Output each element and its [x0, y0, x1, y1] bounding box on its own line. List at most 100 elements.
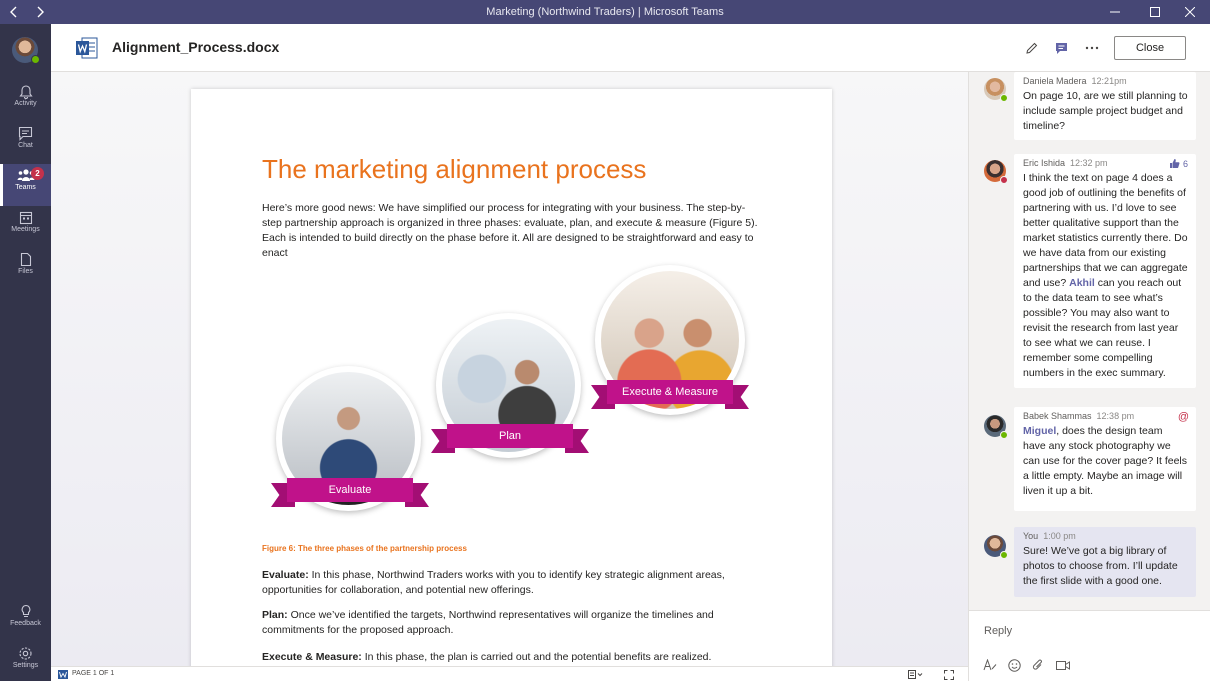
thumbs-up-icon — [1169, 159, 1180, 168]
format-icon[interactable] — [982, 657, 998, 673]
conversation-pane: Daniela Madera 12:21pm On page 10, are we… — [968, 72, 1210, 681]
document-page: The marketing alignment process Here’s m… — [191, 89, 832, 666]
phase-description: Execute & Measure: In this phase, the pl… — [262, 650, 762, 665]
rail-item-teams[interactable]: Teams 2 — [0, 164, 51, 206]
presence-available-icon — [1000, 551, 1008, 559]
phase-plan: Plan — [431, 313, 591, 463]
document-heading: The marketing alignment process — [262, 154, 647, 184]
presence-available-icon — [1000, 94, 1008, 102]
chat-icon — [18, 126, 33, 141]
emoji-icon[interactable] — [1006, 657, 1022, 673]
like-count[interactable]: 6 — [1169, 158, 1188, 169]
like-count-value: 6 — [1182, 158, 1188, 169]
comment-time: 12:32 pm — [1070, 158, 1108, 168]
comment-message[interactable]: Babek Shammas 12:38 pm @ Miguel, does the… — [1014, 407, 1196, 511]
attach-icon[interactable] — [1030, 657, 1046, 673]
comment-text: Miguel, does the design team have any st… — [1023, 424, 1188, 499]
file-icon — [20, 252, 31, 267]
reply-box[interactable]: Reply — [969, 610, 1210, 681]
rail-item-label: Chat — [18, 142, 33, 149]
phase-ribbon: Plan — [431, 424, 589, 453]
mention-indicator-icon: @ — [1177, 411, 1189, 423]
close-window-icon[interactable] — [1170, 0, 1210, 24]
mention[interactable]: Miguel — [1023, 425, 1056, 437]
rail-item-feedback[interactable]: Feedback — [0, 600, 51, 642]
edit-icon[interactable] — [1022, 38, 1042, 58]
comment-message[interactable]: Eric Ishida 12:32 pm 6 I think the text o… — [1014, 154, 1196, 388]
phase-ribbon: Evaluate — [271, 478, 429, 507]
lightbulb-icon — [21, 604, 30, 618]
comment-avatar[interactable] — [984, 78, 1008, 102]
rail-item-meetings[interactable]: Meetings — [0, 206, 51, 248]
app-rail: Activity Chat Teams 2 Meetings Files Fee… — [0, 24, 51, 681]
close-button[interactable]: Close — [1114, 36, 1186, 60]
comment-time: 12:38 pm — [1096, 411, 1135, 421]
comment-author: Daniela Madera — [1023, 76, 1087, 86]
comment-author: Babek Shammas — [1023, 411, 1092, 421]
rail-item-label: Files — [18, 268, 33, 275]
comment-avatar[interactable] — [984, 160, 1008, 184]
comment-text: I think the text on page 4 does a good j… — [1023, 171, 1188, 381]
phase-text: In this phase, the plan is carried out a… — [361, 651, 712, 663]
presence-busy-icon — [1000, 176, 1008, 184]
presence-available-icon — [31, 55, 40, 64]
phase-term: Plan: — [262, 609, 288, 621]
phase-text: Once we’ve identified the targets, North… — [262, 609, 714, 636]
user-avatar[interactable] — [12, 37, 40, 64]
gear-icon — [19, 647, 32, 660]
document-viewer[interactable]: The marketing alignment process Here’s m… — [51, 72, 968, 666]
comment-author: You — [1023, 531, 1039, 541]
view-mode-icon[interactable] — [908, 670, 924, 679]
rail-item-label: Activity — [14, 100, 37, 107]
comment-author: Eric Ishida — [1023, 158, 1066, 168]
bell-icon — [18, 85, 33, 99]
title-bar: Marketing (Northwind Traders) | Microsof… — [0, 0, 1210, 24]
page-indicator: PAGE 1 OF 1 — [72, 670, 115, 677]
rail-item-label: Teams — [15, 184, 36, 191]
rail-item-files[interactable]: Files — [0, 248, 51, 290]
phase-label: Plan — [447, 424, 573, 448]
rail-item-chat[interactable]: Chat — [0, 122, 51, 164]
intro-paragraph: Here’s more good news: We have simplifie… — [262, 202, 758, 259]
comment-message[interactable]: You 1:00 pm Sure! We’ve got a big library… — [1014, 527, 1196, 597]
mention[interactable]: Akhil — [1069, 277, 1095, 289]
reply-input[interactable]: Reply — [984, 625, 1012, 637]
phase-ribbon: Execute & Measure — [591, 380, 749, 409]
phase-execute-measure: Execute & Measure — [591, 265, 755, 415]
comment-time: 12:21pm — [1091, 76, 1127, 86]
phase-description: Plan: Once we’ve identified the targets,… — [262, 608, 762, 638]
document-header: Alignment_Process.docx Close — [51, 24, 1210, 72]
figure-caption: Figure 6: The three phases of the partne… — [262, 544, 467, 553]
word-small-icon — [58, 670, 68, 679]
rail-item-label: Feedback — [10, 620, 41, 627]
rail-item-settings[interactable]: Settings — [0, 642, 51, 681]
phase-term: Execute & Measure: — [262, 651, 362, 663]
comment-avatar[interactable] — [984, 535, 1008, 559]
calendar-icon — [19, 211, 32, 225]
phase-text: In this phase, Northwind Traders works w… — [262, 569, 725, 596]
phase-label: Execute & Measure — [607, 380, 733, 404]
phase-description: Evaluate: In this phase, Northwind Trade… — [262, 568, 762, 598]
comment-avatar[interactable] — [984, 415, 1008, 439]
rail-item-activity[interactable]: Activity — [0, 80, 51, 122]
comment-message[interactable]: Daniela Madera 12:21pm On page 10, are we… — [1014, 72, 1196, 140]
maximize-icon[interactable] — [1135, 0, 1175, 24]
video-icon[interactable] — [1055, 657, 1071, 673]
presence-available-icon — [1000, 431, 1008, 439]
phase-term: Evaluate: — [262, 569, 309, 581]
more-options-icon[interactable] — [1082, 38, 1102, 58]
comment-text: Sure! We’ve got a big library of photos … — [1023, 545, 1178, 587]
phase-evaluate: Evaluate — [271, 366, 431, 516]
comment-time: 1:00 pm — [1043, 531, 1076, 541]
comment-text-part: I think the text on page 4 does a good j… — [1023, 172, 1188, 289]
rail-item-label: Meetings — [11, 226, 40, 233]
document-title: Alignment_Process.docx — [112, 39, 280, 55]
window-title: Marketing (Northwind Traders) | Microsof… — [486, 6, 724, 18]
phase-label: Evaluate — [287, 478, 413, 502]
minimize-icon[interactable] — [1095, 0, 1135, 24]
status-bar: PAGE 1 OF 1 — [51, 666, 968, 681]
conversation-icon[interactable] — [1051, 38, 1071, 58]
comment-text: On page 10, are we still planning to inc… — [1023, 90, 1188, 132]
fullscreen-icon[interactable] — [944, 670, 954, 680]
notification-badge: 2 — [31, 167, 44, 180]
